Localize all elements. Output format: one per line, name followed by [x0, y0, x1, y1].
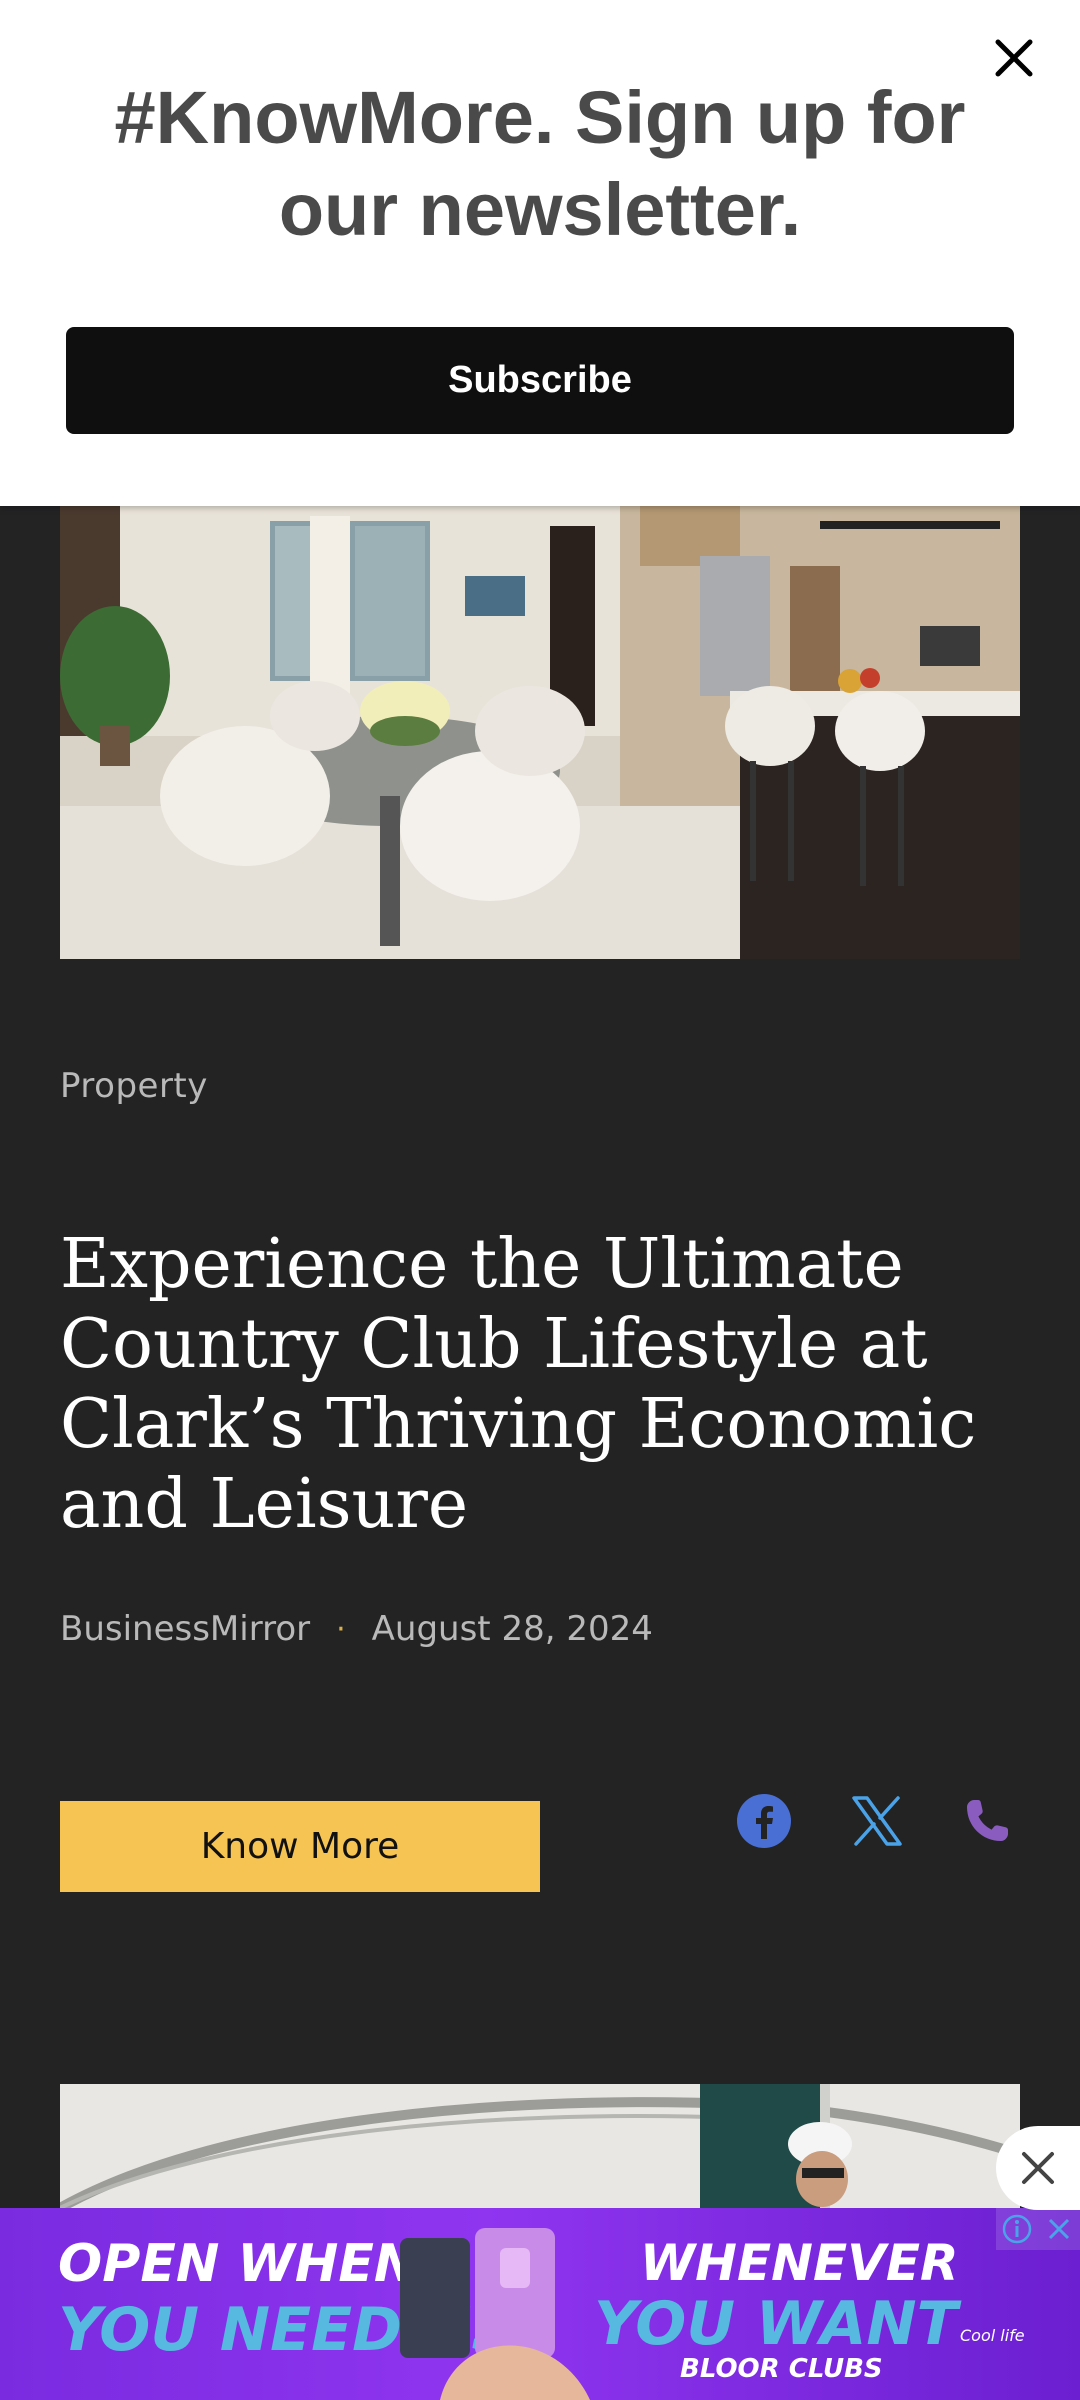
- ad-phone-image: [400, 2228, 590, 2400]
- know-more-button[interactable]: Know More: [60, 1801, 540, 1892]
- article-meta: BusinessMirror · August 28, 2024: [60, 1609, 653, 1649]
- ad-text-line4: YOU WANT: [594, 2289, 958, 2359]
- ad-tag: Cool life: [960, 2326, 1025, 2345]
- newsletter-banner: #KnowMore. Sign up for our newsletter. S…: [0, 0, 1080, 506]
- ad-text-line3: WHENEVER: [640, 2234, 959, 2292]
- ad-close-icon[interactable]: [996, 2126, 1080, 2210]
- article-image[interactable]: [60, 506, 1020, 959]
- x-icon[interactable]: [846, 1790, 908, 1852]
- article-author[interactable]: BusinessMirror: [60, 1609, 310, 1649]
- subscribe-button[interactable]: Subscribe: [66, 327, 1014, 434]
- newsletter-heading: #KnowMore. Sign up for our newsletter.: [114, 76, 966, 251]
- article-date: August 28, 2024: [371, 1609, 653, 1649]
- ad-text-line1: OPEN WHEN: [58, 2234, 418, 2294]
- phone-icon[interactable]: [956, 1790, 1018, 1852]
- next-article-image[interactable]: [60, 2084, 1020, 2208]
- article-category[interactable]: Property: [60, 1066, 208, 1106]
- ad-banner[interactable]: OPEN WHEN YOU NEED US WHENEVER YOU WANT …: [0, 2208, 1080, 2400]
- ad-dismiss-icon[interactable]: [1038, 2208, 1080, 2250]
- ad-controls: [996, 2208, 1080, 2250]
- meta-separator: ·: [336, 1611, 346, 1647]
- ad-brand: BLOOR CLUBS: [680, 2354, 883, 2384]
- article-title[interactable]: Experience the Ultimate Country Club Lif…: [60, 1225, 1020, 1545]
- ad-info-icon[interactable]: [996, 2208, 1038, 2250]
- facebook-icon[interactable]: [733, 1790, 795, 1852]
